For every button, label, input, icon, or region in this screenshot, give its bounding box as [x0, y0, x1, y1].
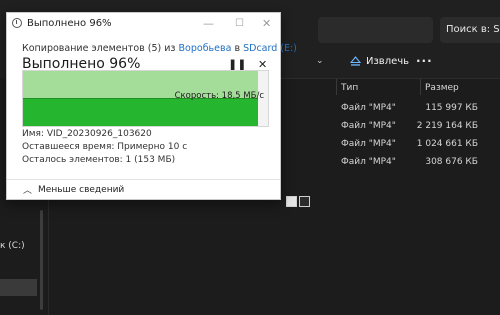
nav-item-selected[interactable] — [0, 279, 37, 296]
search-box[interactable]: Поиск в: SDcard — [440, 17, 500, 43]
dialog-title: Выполнено 96% — [27, 18, 112, 29]
chevron-up-icon: ︿ — [23, 186, 33, 196]
file-row[interactable]: Файл "MP4" 1 024 661 КБ — [318, 136, 478, 153]
file-type: Файл "MP4" — [341, 103, 396, 113]
more-options-button[interactable]: ... — [416, 51, 433, 65]
eject-label: Извлечь — [366, 55, 410, 67]
file-type: Файл "MP4" — [341, 121, 396, 131]
address-bar[interactable] — [318, 17, 433, 43]
file-name-line: Имя: VID_20230926_103620 — [22, 129, 152, 139]
file-row[interactable]: Файл "MP4" 115 997 КБ — [318, 100, 478, 117]
file-row[interactable]: Файл "MP4" 2 219 164 КБ — [318, 118, 478, 135]
speed-label: Скорость: 18,5 МБ/с — [174, 91, 264, 101]
eject-button[interactable]: Извлечь — [350, 52, 409, 70]
eject-icon — [350, 55, 361, 66]
chevron-down-icon[interactable]: ⌄ — [316, 56, 324, 66]
dialog-divider — [7, 179, 280, 180]
nav-scrollbar[interactable] — [40, 210, 43, 310]
dialog-titlebar[interactable]: Выполнено 96% — ☐ ✕ — [7, 13, 280, 37]
less-details-button[interactable]: ︿ Меньше сведений — [23, 183, 125, 197]
destination-drive-link[interactable]: SDcard (E:) — [243, 43, 297, 54]
remaining-items-line: Осталось элементов: 1 (153 МБ) — [22, 155, 176, 165]
source-folder-link[interactable]: Воробьева — [179, 43, 232, 54]
speed-fill-area — [23, 98, 259, 126]
copy-preposition: в — [234, 43, 241, 54]
less-details-label: Меньше сведений — [38, 184, 125, 195]
file-size: 1 024 661 КБ — [416, 139, 478, 149]
copy-progress-dialog: Выполнено 96% — ☐ ✕ Копирование элементо… — [6, 12, 297, 200]
column-divider[interactable] — [336, 79, 337, 95]
file-size: 308 676 КБ — [425, 157, 478, 167]
close-window-button[interactable]: ✕ — [262, 17, 271, 30]
column-divider[interactable] — [420, 79, 421, 95]
column-header-type[interactable]: Тип — [341, 83, 358, 93]
file-type: Файл "MP4" — [341, 139, 396, 149]
tiles-view-button[interactable] — [299, 196, 310, 207]
column-header-size[interactable]: Размер — [425, 83, 459, 93]
file-row[interactable]: Файл "MP4" 308 676 КБ — [318, 154, 478, 171]
remaining-time-line: Оставшееся время: Примерно 10 с — [22, 142, 188, 152]
file-type: Файл "MP4" — [341, 157, 396, 167]
details-view-button[interactable] — [286, 196, 297, 207]
file-size: 2 219 164 КБ — [416, 121, 478, 131]
progress-icon — [12, 18, 22, 28]
minimize-button[interactable]: — — [203, 17, 214, 30]
file-size: 115 997 КБ — [425, 103, 478, 113]
view-switcher — [286, 196, 310, 207]
transfer-speed-graph: Скорость: 18,5 МБ/с — [22, 70, 269, 127]
copy-prefix: Копирование элементов (5) из — [22, 43, 176, 54]
nav-item-drive-c[interactable]: к (C:) — [0, 241, 25, 251]
copy-description: Копирование элементов (5) из Воробьева в… — [22, 43, 297, 54]
maximize-button[interactable]: ☐ — [235, 18, 244, 29]
